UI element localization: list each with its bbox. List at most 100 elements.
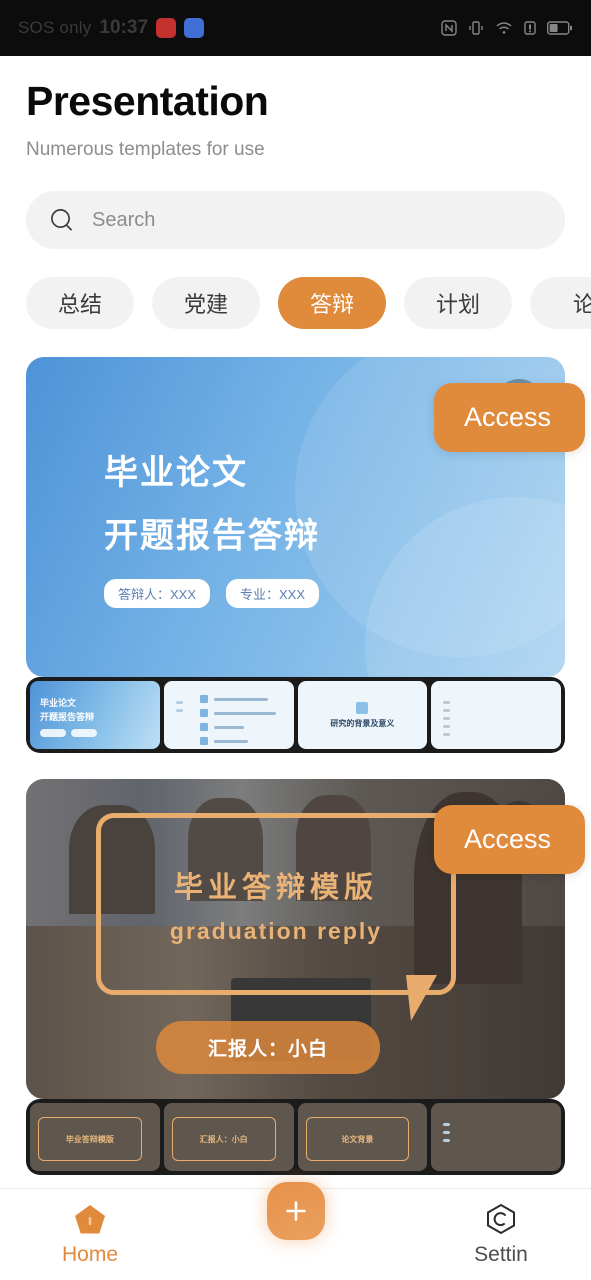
search-placeholder: Search	[92, 208, 156, 231]
thumbnail-reporter[interactable]: 汇报人：小白	[163, 1103, 294, 1172]
thumbnail-strip[interactable]: 毕业答辩模版 汇报人：小白 论文背景	[26, 1099, 565, 1176]
thumbnail-title-line2: 开题报告答辩	[40, 711, 95, 722]
thumbnail-agenda[interactable]	[163, 681, 294, 750]
chip-dangjian[interactable]: 党建	[152, 277, 260, 330]
status-bar-left: SOS only 10:37	[18, 17, 205, 39]
thumbnail-bar	[443, 709, 451, 713]
badge-major: 专业：XXX	[226, 579, 320, 609]
home-icon	[75, 1205, 105, 1234]
plus-icon	[285, 1201, 306, 1221]
chip-dabian[interactable]: 答辩	[278, 277, 386, 330]
thumbnail-bar	[443, 701, 451, 705]
app-screen: SOS only 10:37 Presentation Numerous tem…	[0, 0, 591, 1280]
access-button[interactable]: Access	[433, 805, 585, 875]
thumbnail-check-icon	[199, 723, 208, 732]
card-title-line1: 毕业论文	[104, 454, 248, 493]
thumbnail-section-body: 研究的背景及意义	[298, 681, 428, 749]
thumbnail-caption: 汇报人：小白	[199, 1134, 248, 1144]
thumbnail-bar	[175, 709, 183, 713]
nfc-icon	[441, 20, 457, 36]
add-button[interactable]	[266, 1182, 325, 1240]
thumbnail-square-icon	[356, 701, 369, 714]
page-subtitle: Numerous templates for use	[26, 139, 265, 161]
thumbnail-bar	[213, 697, 268, 701]
bubble-title-cn: 毕业答辩模版	[173, 871, 378, 904]
thumbnail-bar	[443, 1131, 451, 1135]
chip-jihua[interactable]: 计划	[404, 277, 512, 330]
thumbnail-bar	[175, 701, 183, 705]
nav-label-settings: Settin	[474, 1243, 528, 1266]
bubble-title-en: graduation reply	[169, 917, 383, 944]
thumbnail-list-row	[199, 737, 276, 746]
speech-bubble-tail	[406, 975, 437, 1022]
thumbnail-badges	[40, 729, 97, 738]
settings-icon	[487, 1203, 515, 1235]
search-input[interactable]: Search	[26, 191, 565, 250]
vibrate-icon	[469, 21, 483, 35]
thumbnail-check-icon	[199, 737, 208, 746]
thumbnail-list-row	[199, 723, 276, 732]
category-chip-row[interactable]: 总结 党建 答辩 计划 论	[0, 277, 591, 330]
status-bar-right	[441, 20, 573, 36]
thumbnail-bar	[213, 725, 244, 729]
red-app-icon	[156, 18, 177, 38]
thumbnail-badge	[71, 729, 97, 738]
thumbnail-cover[interactable]: 毕业答辩模版	[30, 1103, 160, 1172]
thumbnail-section[interactable]: 论文背景	[297, 1103, 428, 1172]
thumbnail-bar	[443, 1123, 451, 1127]
page-title: Presentation	[26, 78, 269, 124]
template-feed: 毕业论文 开题报告答辩 答辩人：XXX 专业：XXX 毕业论文 开题报告答辩 研…	[0, 357, 591, 1176]
template-card-reply[interactable]: 毕业答辩模版 graduation reply 汇报人：小白 毕业答辩模版 汇报…	[26, 779, 585, 1176]
thumbnail-strip[interactable]: 毕业论文 开题报告答辩 研究的背景及意义	[26, 677, 565, 754]
thumbnail-cover-title: 毕业论文 开题报告答辩	[40, 697, 94, 724]
thumbnail-text[interactable]	[431, 681, 561, 750]
nav-item-settings[interactable]: Settin	[411, 1203, 591, 1267]
blue-app-icon	[184, 18, 205, 38]
thumbnail-bubble: 毕业答辩模版	[38, 1117, 142, 1162]
thumbnail-section[interactable]: 研究的背景及意义	[297, 681, 428, 750]
thumbnail-caption: 论文背景	[341, 1134, 374, 1144]
thumbnail-bar	[443, 733, 451, 737]
thumbnail-title-line1: 毕业论文	[40, 698, 77, 709]
wifi-icon	[496, 22, 512, 34]
badge-presenter: 答辩人：XXX	[104, 579, 211, 609]
thumbnail-list	[199, 695, 276, 746]
thumbnail-bar	[443, 725, 451, 729]
thumbnail-bubble: 论文背景	[305, 1117, 410, 1162]
thumbnail-caption: 毕业答辩模版	[65, 1134, 114, 1144]
search-section: Search	[26, 191, 565, 250]
thumbnail-check-icon	[199, 709, 208, 718]
status-bar: SOS only 10:37	[0, 0, 591, 56]
carrier-label: SOS only	[18, 18, 92, 37]
thumbnail-bubble: 汇报人：小白	[171, 1117, 276, 1162]
thumbnail-check-icon	[199, 695, 208, 704]
thumbnail-list-row	[199, 695, 276, 704]
template-card-thesis[interactable]: 毕业论文 开题报告答辩 答辩人：XXX 专业：XXX 毕业论文 开题报告答辩 研…	[26, 357, 585, 754]
clock-label: 10:37	[99, 17, 149, 38]
card-title-group: 毕业论文 开题报告答辩 答辩人：XXX 专业：XXX	[104, 445, 320, 609]
access-button[interactable]: Access	[433, 383, 585, 453]
thumbnail-text[interactable]	[431, 1103, 561, 1172]
thumbnail-list-row	[199, 709, 276, 718]
battery-icon	[547, 21, 572, 35]
signal-icon	[524, 21, 536, 35]
thumbnail-bar	[213, 739, 248, 743]
thumbnail-cover[interactable]: 毕业论文 开题报告答辩	[30, 681, 160, 750]
reporter-badge: 汇报人：小白	[156, 1021, 381, 1075]
nav-label-home: Home	[61, 1243, 119, 1266]
thumbnail-side-bars	[443, 1123, 451, 1143]
thumbnail-bar	[443, 1139, 451, 1143]
page-header: Presentation Numerous templates for use	[0, 56, 591, 161]
thumbnail-caption: 研究的背景及意义	[330, 718, 395, 728]
card-badge-group: 答辩人：XXX 专业：XXX	[104, 579, 320, 609]
thumbnail-bar	[213, 711, 276, 715]
speech-bubble: 毕业答辩模版 graduation reply	[96, 813, 456, 996]
thumbnail-side-bars	[175, 701, 183, 713]
thumbnail-badge	[40, 729, 66, 738]
chip-partial[interactable]: 论	[530, 277, 591, 330]
thumbnail-side-bars	[443, 701, 451, 737]
thumbnail-bar	[443, 717, 451, 721]
search-icon	[51, 209, 72, 231]
nav-item-home[interactable]: Home	[0, 1203, 180, 1267]
chip-zongjie[interactable]: 总结	[26, 277, 134, 330]
